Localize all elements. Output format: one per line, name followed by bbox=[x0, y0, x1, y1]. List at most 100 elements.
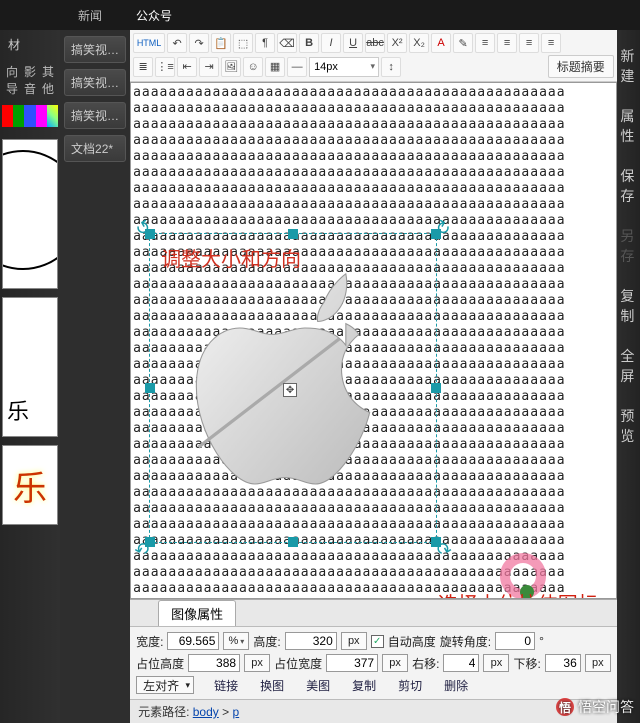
placeholder-width-input[interactable] bbox=[326, 654, 378, 672]
line-height-button[interactable]: ↕ bbox=[381, 57, 401, 77]
placeholder-height-input[interactable] bbox=[188, 654, 240, 672]
height-input[interactable] bbox=[285, 632, 337, 650]
new-button[interactable]: 新 建 bbox=[617, 36, 640, 96]
width-input[interactable] bbox=[167, 632, 219, 650]
paragraph-button[interactable]: ¶ bbox=[255, 33, 275, 53]
top-tab-news[interactable]: 新闻 bbox=[70, 3, 110, 28]
resize-handle-tm[interactable] bbox=[288, 229, 298, 239]
annotation-stretch: 选择占位拉伸图标 bbox=[438, 588, 598, 599]
html-source-button[interactable]: HTML bbox=[133, 33, 165, 53]
down-unit: px bbox=[585, 654, 611, 672]
down-offset-input[interactable] bbox=[545, 654, 581, 672]
align-right-button[interactable]: ≡ bbox=[519, 33, 539, 53]
image-properties-panel: 图像属性 宽度: % 高度: px ✓ 自动高度 旋转角度: ° 占位高度 bbox=[130, 599, 617, 723]
doc-tab[interactable]: 搞笑视… bbox=[64, 36, 126, 63]
auto-height-label: 自动高度 bbox=[388, 633, 436, 650]
color-swatches[interactable] bbox=[2, 105, 58, 127]
font-size-select[interactable]: 14px bbox=[309, 57, 379, 77]
doc-tab[interactable]: 文档22* bbox=[64, 135, 126, 162]
paste-button[interactable]: 📋 bbox=[211, 33, 231, 53]
rotate-input[interactable] bbox=[495, 632, 535, 650]
cut-action[interactable]: 剪切 bbox=[398, 677, 422, 694]
height-label: 高度: bbox=[253, 633, 280, 650]
asset-thumb-1[interactable] bbox=[2, 139, 58, 289]
indent-button[interactable]: ⇥ bbox=[199, 57, 219, 77]
editor-toolbar: HTML ↶ ↷ 📋 ⬚ ¶ ⌫ B I U abc X² X₂ A ✎ ≡ ≡… bbox=[130, 30, 617, 82]
link-action[interactable]: 链接 bbox=[214, 677, 238, 694]
ph-width-unit: px bbox=[382, 654, 408, 672]
image-properties-tab[interactable]: 图像属性 bbox=[158, 600, 236, 626]
outdent-button[interactable]: ⇤ bbox=[177, 57, 197, 77]
ph-height-unit: px bbox=[244, 654, 270, 672]
preview-button[interactable]: 预 览 bbox=[617, 396, 640, 456]
title-summary-button[interactable]: 标题摘要 bbox=[548, 55, 614, 78]
placeholder-width-label: 占位宽度 bbox=[274, 655, 322, 672]
delete-action[interactable]: 删除 bbox=[444, 677, 468, 694]
assets-sidebar: 材 向导 影音 其他 乐 乐 bbox=[0, 30, 60, 723]
redo-button[interactable]: ↷ bbox=[189, 33, 209, 53]
superscript-button[interactable]: X² bbox=[387, 33, 407, 53]
placeholder-height-label: 占位高度 bbox=[136, 655, 184, 672]
assets-title: 材 bbox=[0, 30, 60, 59]
unordered-list-button[interactable]: ⋮≡ bbox=[155, 57, 175, 77]
image-button[interactable]: 🖼 bbox=[221, 57, 241, 77]
top-tab-official[interactable]: 公众号 bbox=[128, 3, 180, 28]
font-color-button[interactable]: A bbox=[431, 33, 451, 53]
asset-thumb-3[interactable]: 乐 bbox=[2, 445, 58, 525]
bold-button[interactable]: B bbox=[299, 33, 319, 53]
align-center-button[interactable]: ≡ bbox=[497, 33, 517, 53]
asset-tab-other[interactable]: 其他 bbox=[42, 63, 54, 97]
resize-handle-mr[interactable] bbox=[431, 383, 441, 393]
undo-button[interactable]: ↶ bbox=[167, 33, 187, 53]
align-select[interactable]: 左对齐 bbox=[136, 676, 194, 694]
asset-tab-guide[interactable]: 向导 bbox=[6, 63, 18, 97]
right-offset-label: 右移: bbox=[412, 655, 439, 672]
editor-canvas[interactable]: aaaaaaaaaaaaaaaaaaaaaaaaaaaaaaaaaaaaaaaa… bbox=[130, 82, 617, 599]
italic-button[interactable]: I bbox=[321, 33, 341, 53]
underline-button[interactable]: U bbox=[343, 33, 363, 53]
select-tool-button[interactable]: ⬚ bbox=[233, 33, 253, 53]
element-path-bar: 元素路径: body > p bbox=[130, 699, 617, 723]
strike-button[interactable]: abc bbox=[365, 33, 385, 53]
path-body-link[interactable]: body bbox=[193, 705, 219, 719]
align-left-button[interactable]: ≡ bbox=[475, 33, 495, 53]
emoji-button[interactable]: ☺ bbox=[243, 57, 263, 77]
right-offset-input[interactable] bbox=[443, 654, 479, 672]
watermark: 悟 悟空问答 bbox=[556, 697, 634, 717]
hr-button[interactable]: — bbox=[287, 57, 307, 77]
degree-icon: ° bbox=[539, 634, 544, 648]
asset-thumb-2[interactable]: 乐 bbox=[2, 297, 58, 437]
align-justify-button[interactable]: ≡ bbox=[541, 33, 561, 53]
move-icon[interactable]: ✥ bbox=[283, 383, 297, 397]
asset-tab-media[interactable]: 影音 bbox=[24, 63, 36, 97]
rotate-label: 旋转角度: bbox=[440, 633, 491, 650]
doc-tab[interactable]: 搞笑视… bbox=[64, 102, 126, 129]
width-unit-select[interactable]: % bbox=[223, 632, 249, 650]
fullscreen-button[interactable]: 全 屏 bbox=[617, 336, 640, 396]
beautify-action[interactable]: 美图 bbox=[306, 677, 330, 694]
annotation-resize: 调整大小和方向 bbox=[161, 243, 301, 272]
save-button[interactable]: 保 存 bbox=[617, 156, 640, 216]
editor-panel: HTML ↶ ↷ 📋 ⬚ ¶ ⌫ B I U abc X² X₂ A ✎ ≡ ≡… bbox=[130, 30, 617, 723]
resize-handle-bm[interactable] bbox=[288, 537, 298, 547]
resize-handle-ml[interactable] bbox=[145, 383, 155, 393]
down-offset-label: 下移: bbox=[513, 655, 540, 672]
properties-button[interactable]: 属 性 bbox=[617, 96, 640, 156]
save-as-button[interactable]: 另 存 bbox=[617, 216, 640, 276]
subscript-button[interactable]: X₂ bbox=[409, 33, 429, 53]
copy-button[interactable]: 复 制 bbox=[617, 276, 640, 336]
watermark-logo-icon: 悟 bbox=[556, 698, 574, 716]
height-unit: px bbox=[341, 632, 367, 650]
document-tabs: 搞笑视… 搞笑视… 搞笑视… 文档22* bbox=[60, 30, 130, 723]
doc-tab[interactable]: 搞笑视… bbox=[64, 69, 126, 96]
auto-height-checkbox[interactable]: ✓ bbox=[371, 635, 384, 648]
table-button[interactable]: ▦ bbox=[265, 57, 285, 77]
highlight-button[interactable]: ✎ bbox=[453, 33, 473, 53]
path-p-link[interactable]: p bbox=[232, 705, 239, 719]
clear-format-button[interactable]: ⌫ bbox=[277, 33, 297, 53]
ordered-list-button[interactable]: ≣ bbox=[133, 57, 153, 77]
right-unit: px bbox=[483, 654, 509, 672]
copy-action[interactable]: 复制 bbox=[352, 677, 376, 694]
replace-image-action[interactable]: 换图 bbox=[260, 677, 284, 694]
width-label: 宽度: bbox=[136, 633, 163, 650]
